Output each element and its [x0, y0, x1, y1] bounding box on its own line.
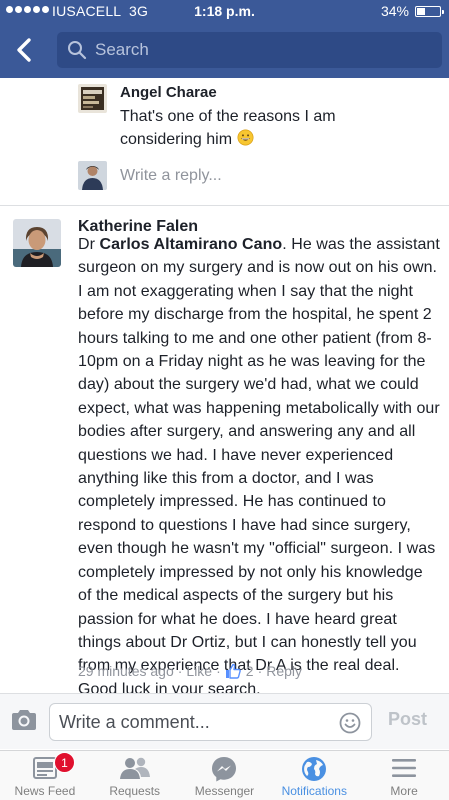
comment-text-rest: . He was the assistant surgeon on my sur…: [78, 236, 440, 698]
reply-author-name[interactable]: Angel Charae: [120, 84, 217, 101]
tab-requests[interactable]: Requests: [90, 751, 180, 800]
like-count[interactable]: 2: [225, 663, 254, 679]
like-button[interactable]: Like: [186, 663, 212, 679]
top-navigation-bar: IUSACELL 3G 1:18 p.m. 34%: [0, 0, 449, 78]
comment-body: Dr Carlos Altamirano Cano. He was the as…: [78, 233, 440, 701]
comment-composer: [0, 693, 449, 749]
separator: ·: [216, 663, 221, 679]
comment-input[interactable]: [59, 711, 329, 733]
like-count-number: 2: [245, 663, 254, 679]
tab-label: Notifications: [281, 784, 347, 798]
smiley-icon[interactable]: [339, 712, 361, 734]
reply-body: That's one of the reasons I am consideri…: [120, 108, 336, 148]
tab-label: News Feed: [14, 784, 76, 798]
grinning-face-emoji-icon: [237, 129, 254, 146]
current-user-avatar: [78, 161, 107, 190]
back-button[interactable]: [10, 34, 42, 66]
tab-messenger[interactable]: Messenger: [180, 751, 270, 800]
reply-text: That's one of the reasons I am consideri…: [120, 105, 420, 151]
tab-label: More: [390, 784, 418, 798]
avatar-image: [78, 161, 107, 190]
menu-icon: [392, 759, 417, 777]
battery-icon: [415, 6, 444, 17]
separator: ·: [257, 663, 263, 679]
post-button[interactable]: Post: [388, 709, 427, 730]
comment-text-prefix: Dr: [78, 236, 100, 253]
battery-percentage: 34%: [380, 3, 409, 19]
chevron-left-icon: [17, 38, 31, 62]
avatar-image: [13, 219, 61, 267]
search-bar[interactable]: [57, 32, 442, 68]
divider: [0, 205, 449, 206]
bottom-tab-bar: 1 News Feed Requests Messenger Notificat…: [0, 750, 449, 800]
camera-icon: [12, 710, 36, 730]
search-input[interactable]: [95, 40, 415, 60]
friends-icon: [119, 757, 150, 779]
avatar-image: [78, 84, 107, 113]
search-icon: [68, 41, 87, 60]
write-reply-input[interactable]: Write a reply...: [120, 167, 222, 185]
separator: ·: [177, 663, 183, 679]
thumbs-up-icon: [225, 663, 241, 679]
comment-timestamp[interactable]: 29 minutes ago: [78, 663, 174, 679]
camera-button[interactable]: [10, 708, 38, 737]
reply-button[interactable]: Reply: [266, 663, 302, 679]
notification-badge: 1: [54, 752, 75, 773]
tab-more[interactable]: More: [359, 751, 449, 800]
tab-label: Requests: [109, 784, 161, 798]
comment-author-avatar[interactable]: [13, 219, 61, 267]
tagged-name-link[interactable]: Carlos Altamirano Cano: [99, 236, 282, 253]
tab-label: Messenger: [194, 784, 255, 798]
tab-news-feed[interactable]: 1 News Feed: [0, 751, 90, 800]
tab-notifications[interactable]: Notifications: [269, 751, 359, 800]
messenger-icon: [212, 757, 237, 782]
comment-input-box[interactable]: [49, 703, 372, 741]
comment-meta: 29 minutes ago · Like · 2 · Reply: [78, 663, 302, 679]
status-bar: IUSACELL 3G 1:18 p.m. 34%: [0, 0, 449, 22]
reply-author-avatar[interactable]: [78, 84, 107, 113]
globe-icon: [302, 757, 327, 781]
